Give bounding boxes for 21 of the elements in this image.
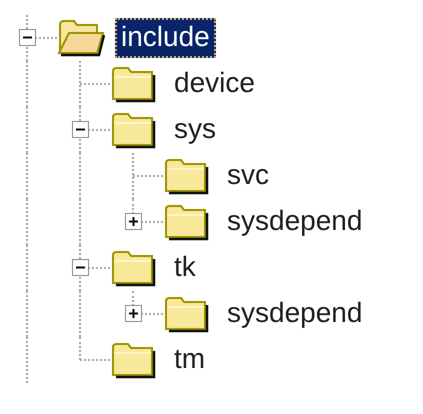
- expand-toggle[interactable]: [125, 213, 142, 230]
- expand-toggle[interactable]: [72, 121, 89, 138]
- folder-icon: [163, 157, 211, 195]
- folder-icon: [163, 203, 211, 241]
- expand-toggle[interactable]: [125, 305, 142, 322]
- expand-toggle[interactable]: [72, 259, 89, 276]
- folder-icon: [163, 295, 211, 333]
- folder-icon: [110, 249, 158, 287]
- folder-label[interactable]: device: [168, 64, 261, 104]
- folder-icon: [110, 111, 158, 149]
- folder-label[interactable]: tk: [168, 248, 202, 288]
- folder-label[interactable]: sys: [168, 110, 222, 150]
- folder-icon: [110, 65, 158, 103]
- folder-label[interactable]: include: [115, 18, 216, 58]
- open-folder-icon: [57, 19, 105, 57]
- folder-label[interactable]: sysdepend: [221, 294, 368, 334]
- folder-icon: [110, 341, 158, 379]
- folder-label[interactable]: sysdepend: [221, 202, 368, 242]
- folder-label[interactable]: svc: [221, 156, 275, 196]
- folder-label[interactable]: tm: [168, 340, 212, 380]
- expand-toggle[interactable]: [19, 29, 36, 46]
